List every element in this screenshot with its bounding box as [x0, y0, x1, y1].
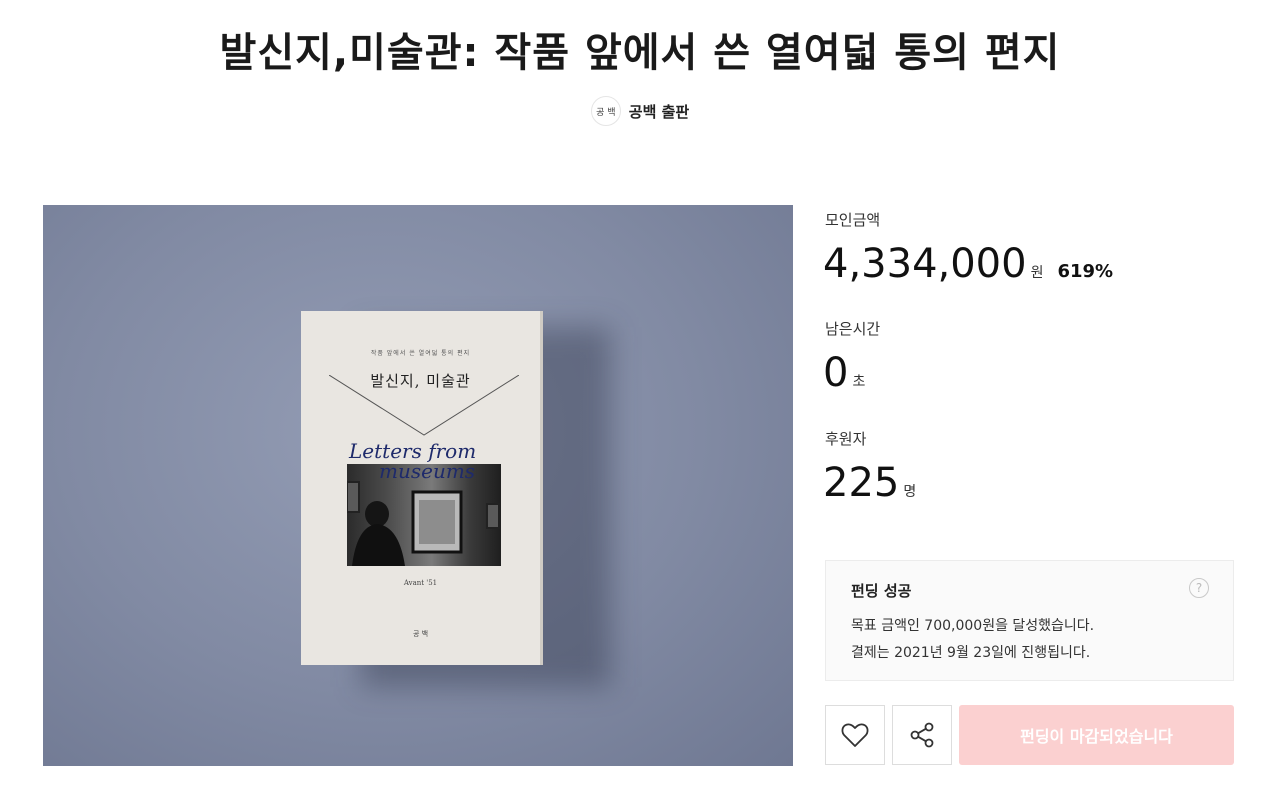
amount-value: 4,334,000	[823, 241, 1027, 287]
amount-unit: 원	[1030, 265, 1044, 281]
envelope-flap-icon	[329, 375, 519, 436]
book-script-line-1: Letters from	[349, 439, 477, 463]
project-title: 발신지,미술관: 작품 앞에서 쓴 열여덟 통의 편지	[219, 30, 1061, 76]
book-author: Avant '51	[403, 579, 438, 587]
time-unit: 초	[852, 374, 866, 390]
funding-closed-button[interactable]: 펀딩이 마감되었습니다	[959, 705, 1234, 765]
amount-label: 모인금액	[825, 211, 881, 229]
backers-value: 225	[823, 460, 900, 506]
help-icon[interactable]: ?	[1189, 578, 1209, 598]
project-cover-image: 작품 앞에서 쓴 열여덟 통의 편지 발신지, 미술관 Letters from…	[43, 205, 793, 766]
book-publisher: 공 백	[412, 630, 429, 638]
heart-icon	[841, 723, 869, 747]
funding-status-title: 펀딩 성공	[851, 582, 912, 600]
achievement-rate: 619%	[1057, 261, 1114, 282]
funding-status-box: 펀딩 성공 목표 금액인 700,000원을 달성했습니다. 결제는 2021년…	[825, 560, 1234, 681]
creator-logo[interactable]: 공 백	[590, 96, 621, 126]
book-mockup: 작품 앞에서 쓴 열여덟 통의 편지 발신지, 미술관 Letters from…	[301, 311, 543, 665]
share-button[interactable]	[892, 705, 952, 765]
creator-name[interactable]: 공백 출판	[629, 101, 689, 122]
time-label: 남은시간	[825, 320, 881, 338]
book-script-title: Letters from museums	[349, 441, 509, 481]
time-stat: 0초	[823, 351, 865, 404]
backers-label: 후원자	[825, 430, 867, 448]
book-tagline: 작품 앞에서 쓴 열여덟 통의 편지	[370, 350, 471, 357]
backers-stat: 225 명	[823, 461, 916, 514]
share-icon	[910, 722, 934, 748]
amount-stat: 4,334,000 원 619%	[823, 242, 1113, 295]
time-value: 0	[823, 350, 849, 396]
backers-unit: 명	[903, 484, 917, 500]
like-button[interactable]	[825, 705, 885, 765]
payment-date-message: 결제는 2021년 9월 23일에 진행됩니다.	[851, 645, 1091, 661]
creator-info[interactable]: 공 백 공백 출판	[0, 96, 1280, 126]
book-script-line-2: museums	[379, 459, 476, 483]
funding-goal-message: 목표 금액인 700,000원을 달성했습니다.	[851, 618, 1095, 634]
